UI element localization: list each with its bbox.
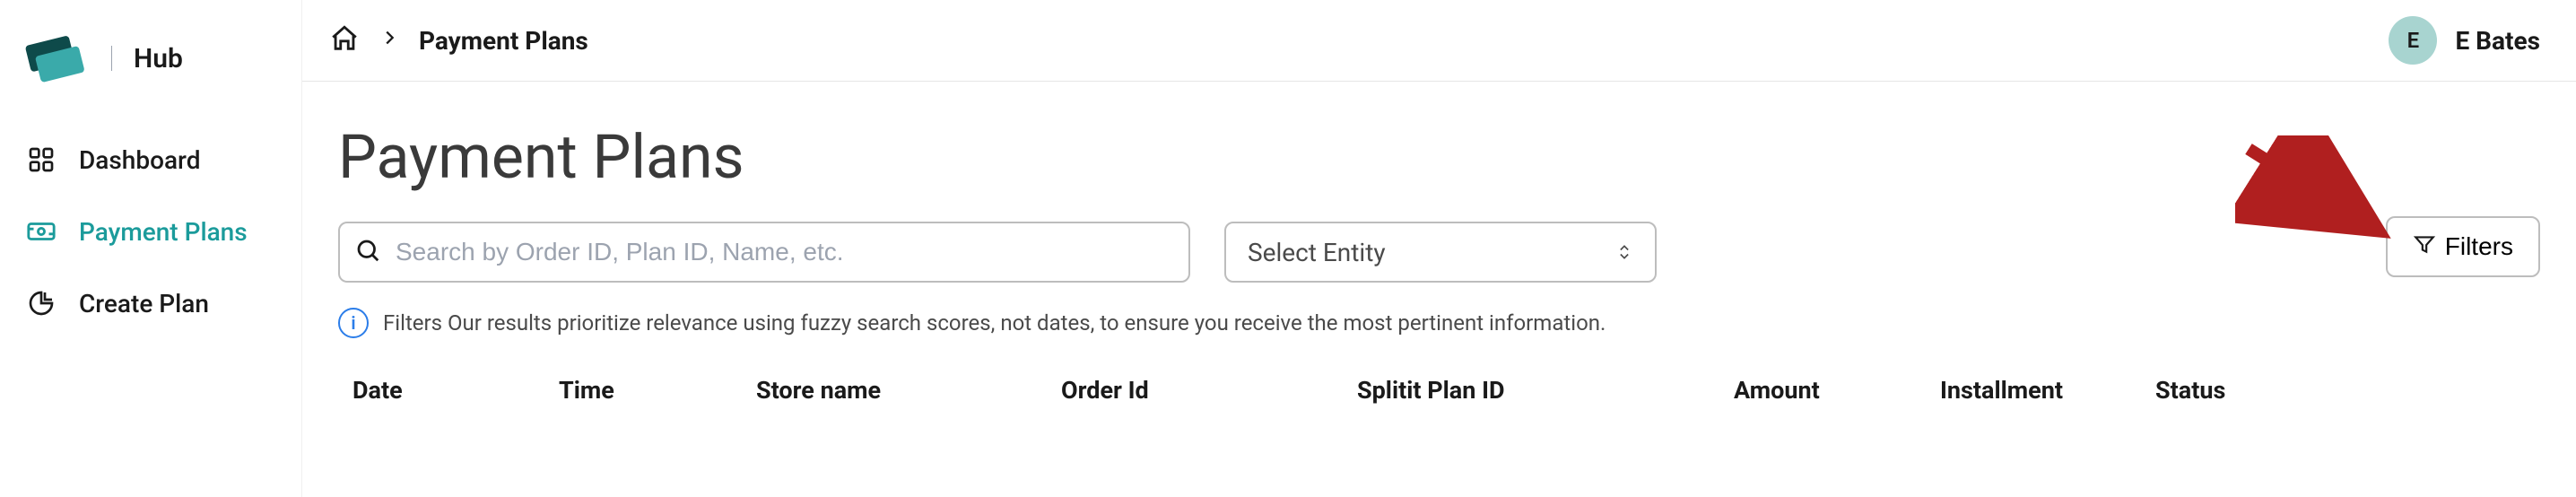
info-icon: i bbox=[338, 308, 369, 338]
column-plan: Splitit Plan ID bbox=[1357, 376, 1734, 405]
table-header: Date Time Store name Order Id Splitit Pl… bbox=[338, 376, 2540, 405]
sidebar-item-label: Payment Plans bbox=[79, 217, 248, 247]
grid-icon bbox=[25, 144, 57, 176]
column-order: Order Id bbox=[1061, 376, 1357, 405]
column-amount: Amount bbox=[1734, 376, 1940, 405]
logo-block: Hub bbox=[0, 27, 301, 90]
sidebar-item-create-plan[interactable]: Create Plan bbox=[25, 287, 301, 319]
sidebar-item-label: Dashboard bbox=[79, 145, 200, 175]
logo-icon bbox=[18, 27, 90, 90]
filter-icon bbox=[2413, 232, 2436, 262]
filters-button[interactable]: Filters bbox=[2386, 216, 2540, 277]
column-time: Time bbox=[559, 376, 756, 405]
sidebar-item-dashboard[interactable]: Dashboard bbox=[25, 144, 301, 176]
sidebar: Hub Dashboard Payment Pl bbox=[0, 0, 301, 497]
avatar: E bbox=[2389, 16, 2437, 65]
column-installment: Installment bbox=[1940, 376, 2155, 405]
search-icon bbox=[354, 237, 381, 267]
user-block[interactable]: E E Bates bbox=[2389, 16, 2540, 65]
content: Payment Plans Select Entity bbox=[302, 82, 2576, 405]
main: Payment Plans E E Bates Payment Plans Se… bbox=[301, 0, 2576, 497]
column-store: Store name bbox=[756, 376, 1061, 405]
user-name: E Bates bbox=[2455, 26, 2540, 56]
sidebar-item-payment-plans[interactable]: Payment Plans bbox=[25, 215, 301, 248]
info-text: Filters Our results prioritize relevance… bbox=[383, 310, 1606, 336]
topbar: Payment Plans E E Bates bbox=[302, 0, 2576, 82]
column-date: Date bbox=[352, 376, 559, 405]
sidebar-item-label: Create Plan bbox=[79, 289, 209, 318]
filters-label: Filters bbox=[2445, 232, 2513, 261]
nav: Dashboard Payment Plans Create Plan bbox=[0, 144, 301, 319]
page-title: Payment Plans bbox=[338, 121, 2540, 193]
info-row: i Filters Our results prioritize relevan… bbox=[338, 308, 2540, 338]
select-entity-label: Select Entity bbox=[1248, 238, 1386, 267]
home-icon[interactable] bbox=[329, 23, 360, 57]
column-status: Status bbox=[2155, 376, 2335, 405]
logo-divider bbox=[111, 46, 112, 71]
chevron-right-icon bbox=[379, 27, 399, 54]
select-entity[interactable]: Select Entity bbox=[1224, 222, 1657, 283]
controls-row: Select Entity bbox=[338, 222, 2540, 283]
app-name: Hub bbox=[134, 43, 183, 74]
search-input[interactable] bbox=[396, 238, 1174, 266]
breadcrumb-current: Payment Plans bbox=[419, 26, 588, 56]
pie-plus-icon bbox=[25, 287, 57, 319]
search-input-wrap[interactable] bbox=[338, 222, 1190, 283]
select-chevron-icon bbox=[1615, 238, 1633, 267]
cash-icon bbox=[25, 215, 57, 248]
breadcrumb: Payment Plans bbox=[329, 23, 588, 57]
